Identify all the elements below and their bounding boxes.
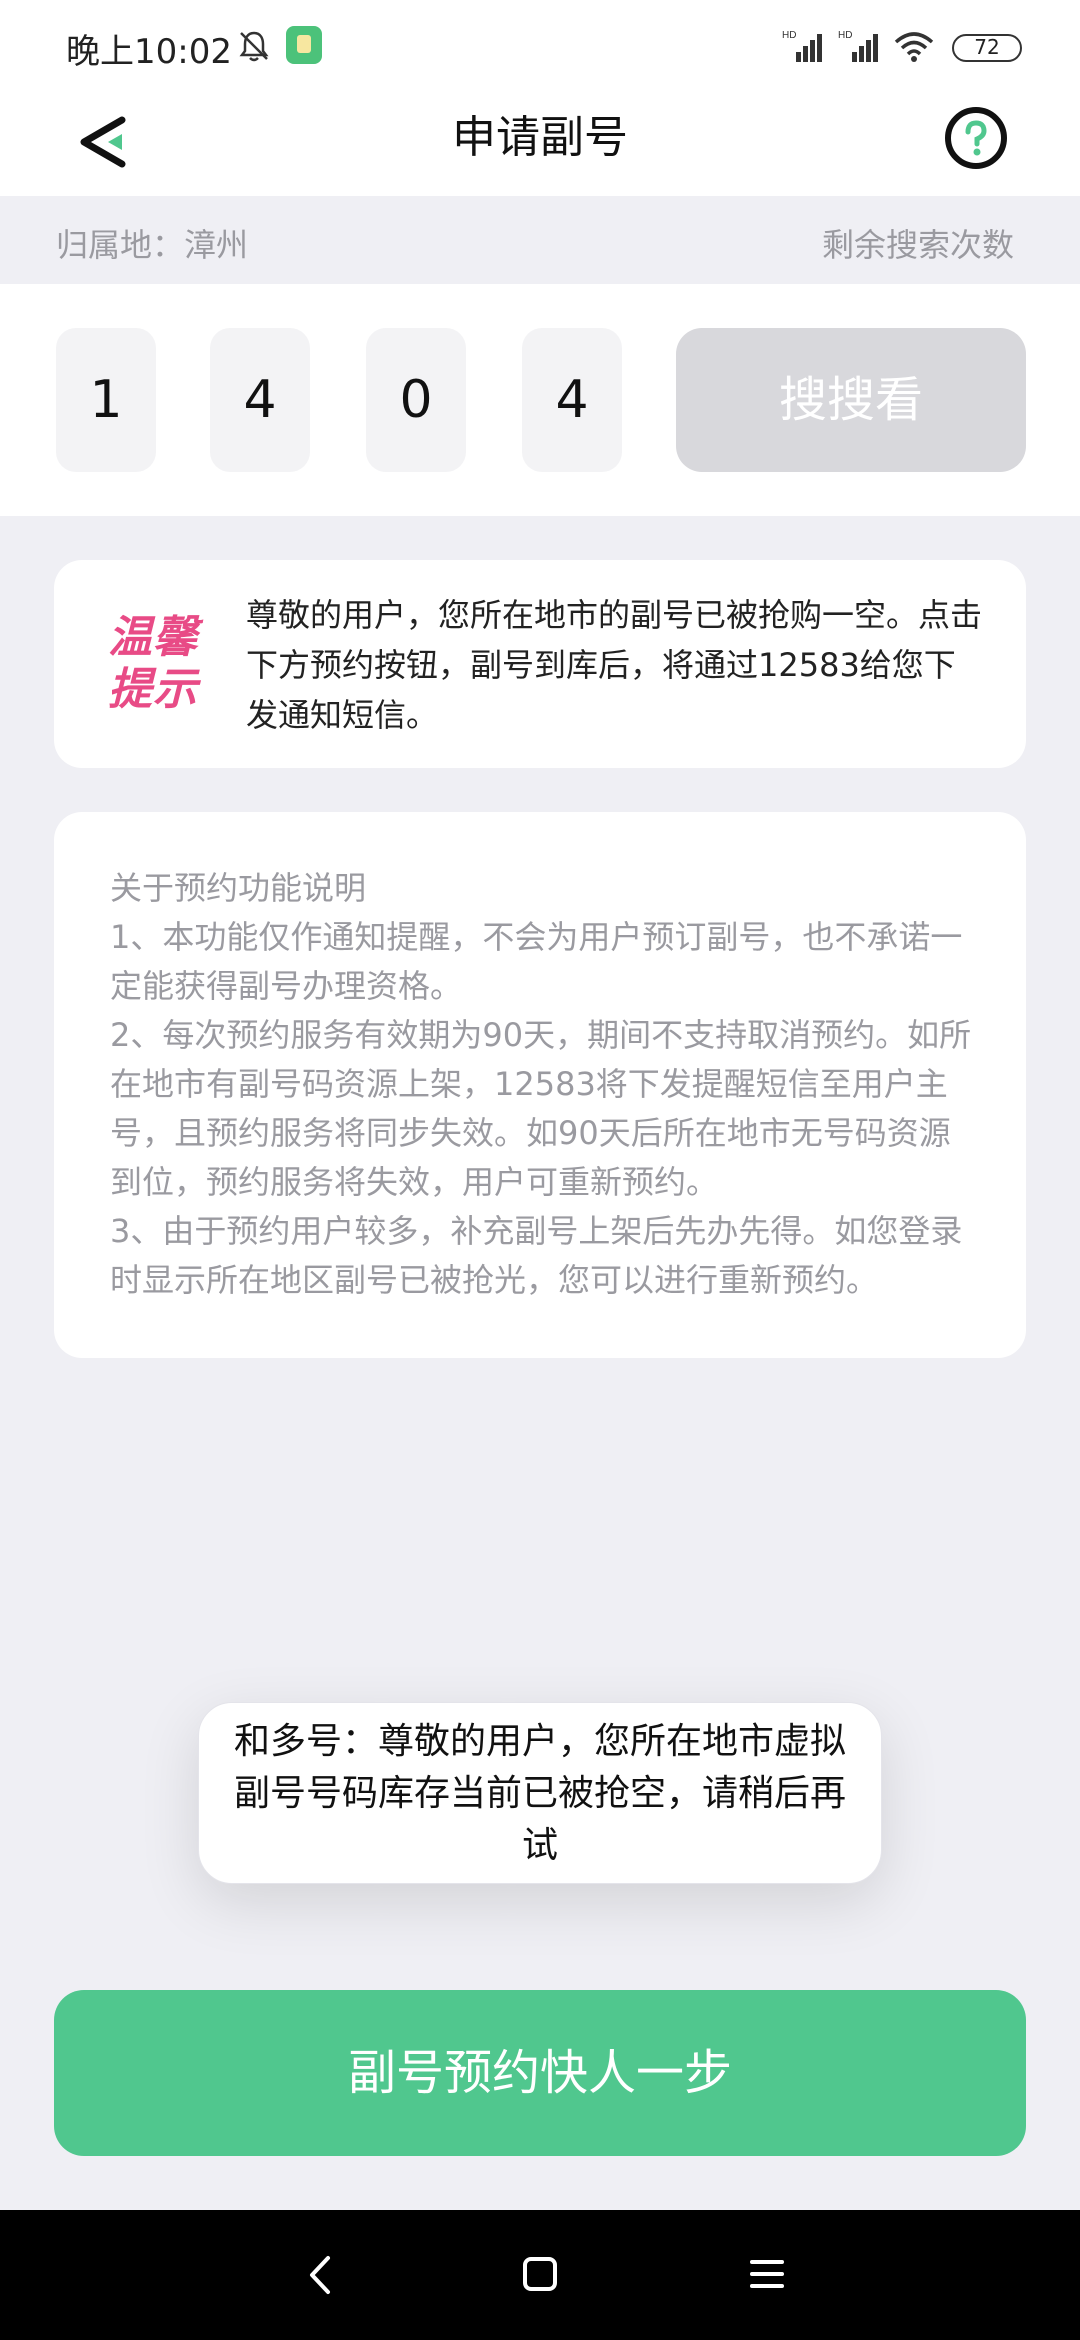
battery-icon: 72 [952,34,1022,62]
remaining-search-label: 剩余搜索次数 [821,226,1014,264]
svg-text:HD: HD [838,30,852,41]
hd-signal-icon: HD [838,28,882,64]
status-time: 晚上10:02 [66,32,232,72]
bell-muted-icon [236,28,272,64]
app-notification-icon [286,26,322,64]
back-icon[interactable] [300,2250,340,2300]
question-circle-icon[interactable] [944,106,1008,170]
page-title: 申请副号 [452,112,628,163]
toast-text: 和多号：尊敬的用户，您所在地市虚拟副号号码库存当前已被抢空，请稍后再试 [233,1721,846,1866]
info-text: 关于预约功能说明 1、本功能仅作通知提醒，不会为用户预订副号，也不承诺一定能获得… [110,864,980,1305]
wifi-icon [894,30,934,64]
menu-icon[interactable] [746,2252,788,2296]
info-item: 2、每次预约服务有效期为90天，期间不支持取消预约。如所在地市有副号码资源上架，… [110,1016,972,1201]
digit-input[interactable]: 0 [366,328,466,472]
tip-text: 尊敬的用户，您所在地市的副号已被抢购一空。点击下方预约按钮，副号到库后，将通过1… [246,596,983,734]
svg-text:HD: HD [782,30,796,41]
info-item: 3、由于预约用户较多，补充副号上架后先办先得。如您登录时显示所在地区副号已被抢光… [110,1212,963,1299]
location-label: 归属地：漳州 [56,226,249,264]
digit-input[interactable]: 4 [210,328,310,472]
digit-input[interactable]: 1 [56,328,156,472]
search-button[interactable]: 搜搜看 [676,328,1026,472]
info-item: 1、本功能仅作通知提醒，不会为用户预订副号，也不承诺一定能获得副号办理资格。 [110,918,963,1005]
hd-signal-icon: HD [782,28,826,64]
info-heading: 关于预约功能说明 [110,869,367,907]
digit-input[interactable]: 4 [522,328,622,472]
tip-badge: 温馨提示 [108,612,198,715]
home-icon[interactable] [520,2252,560,2296]
reserve-button[interactable]: 副号预约快人一步 [54,1990,1026,2156]
